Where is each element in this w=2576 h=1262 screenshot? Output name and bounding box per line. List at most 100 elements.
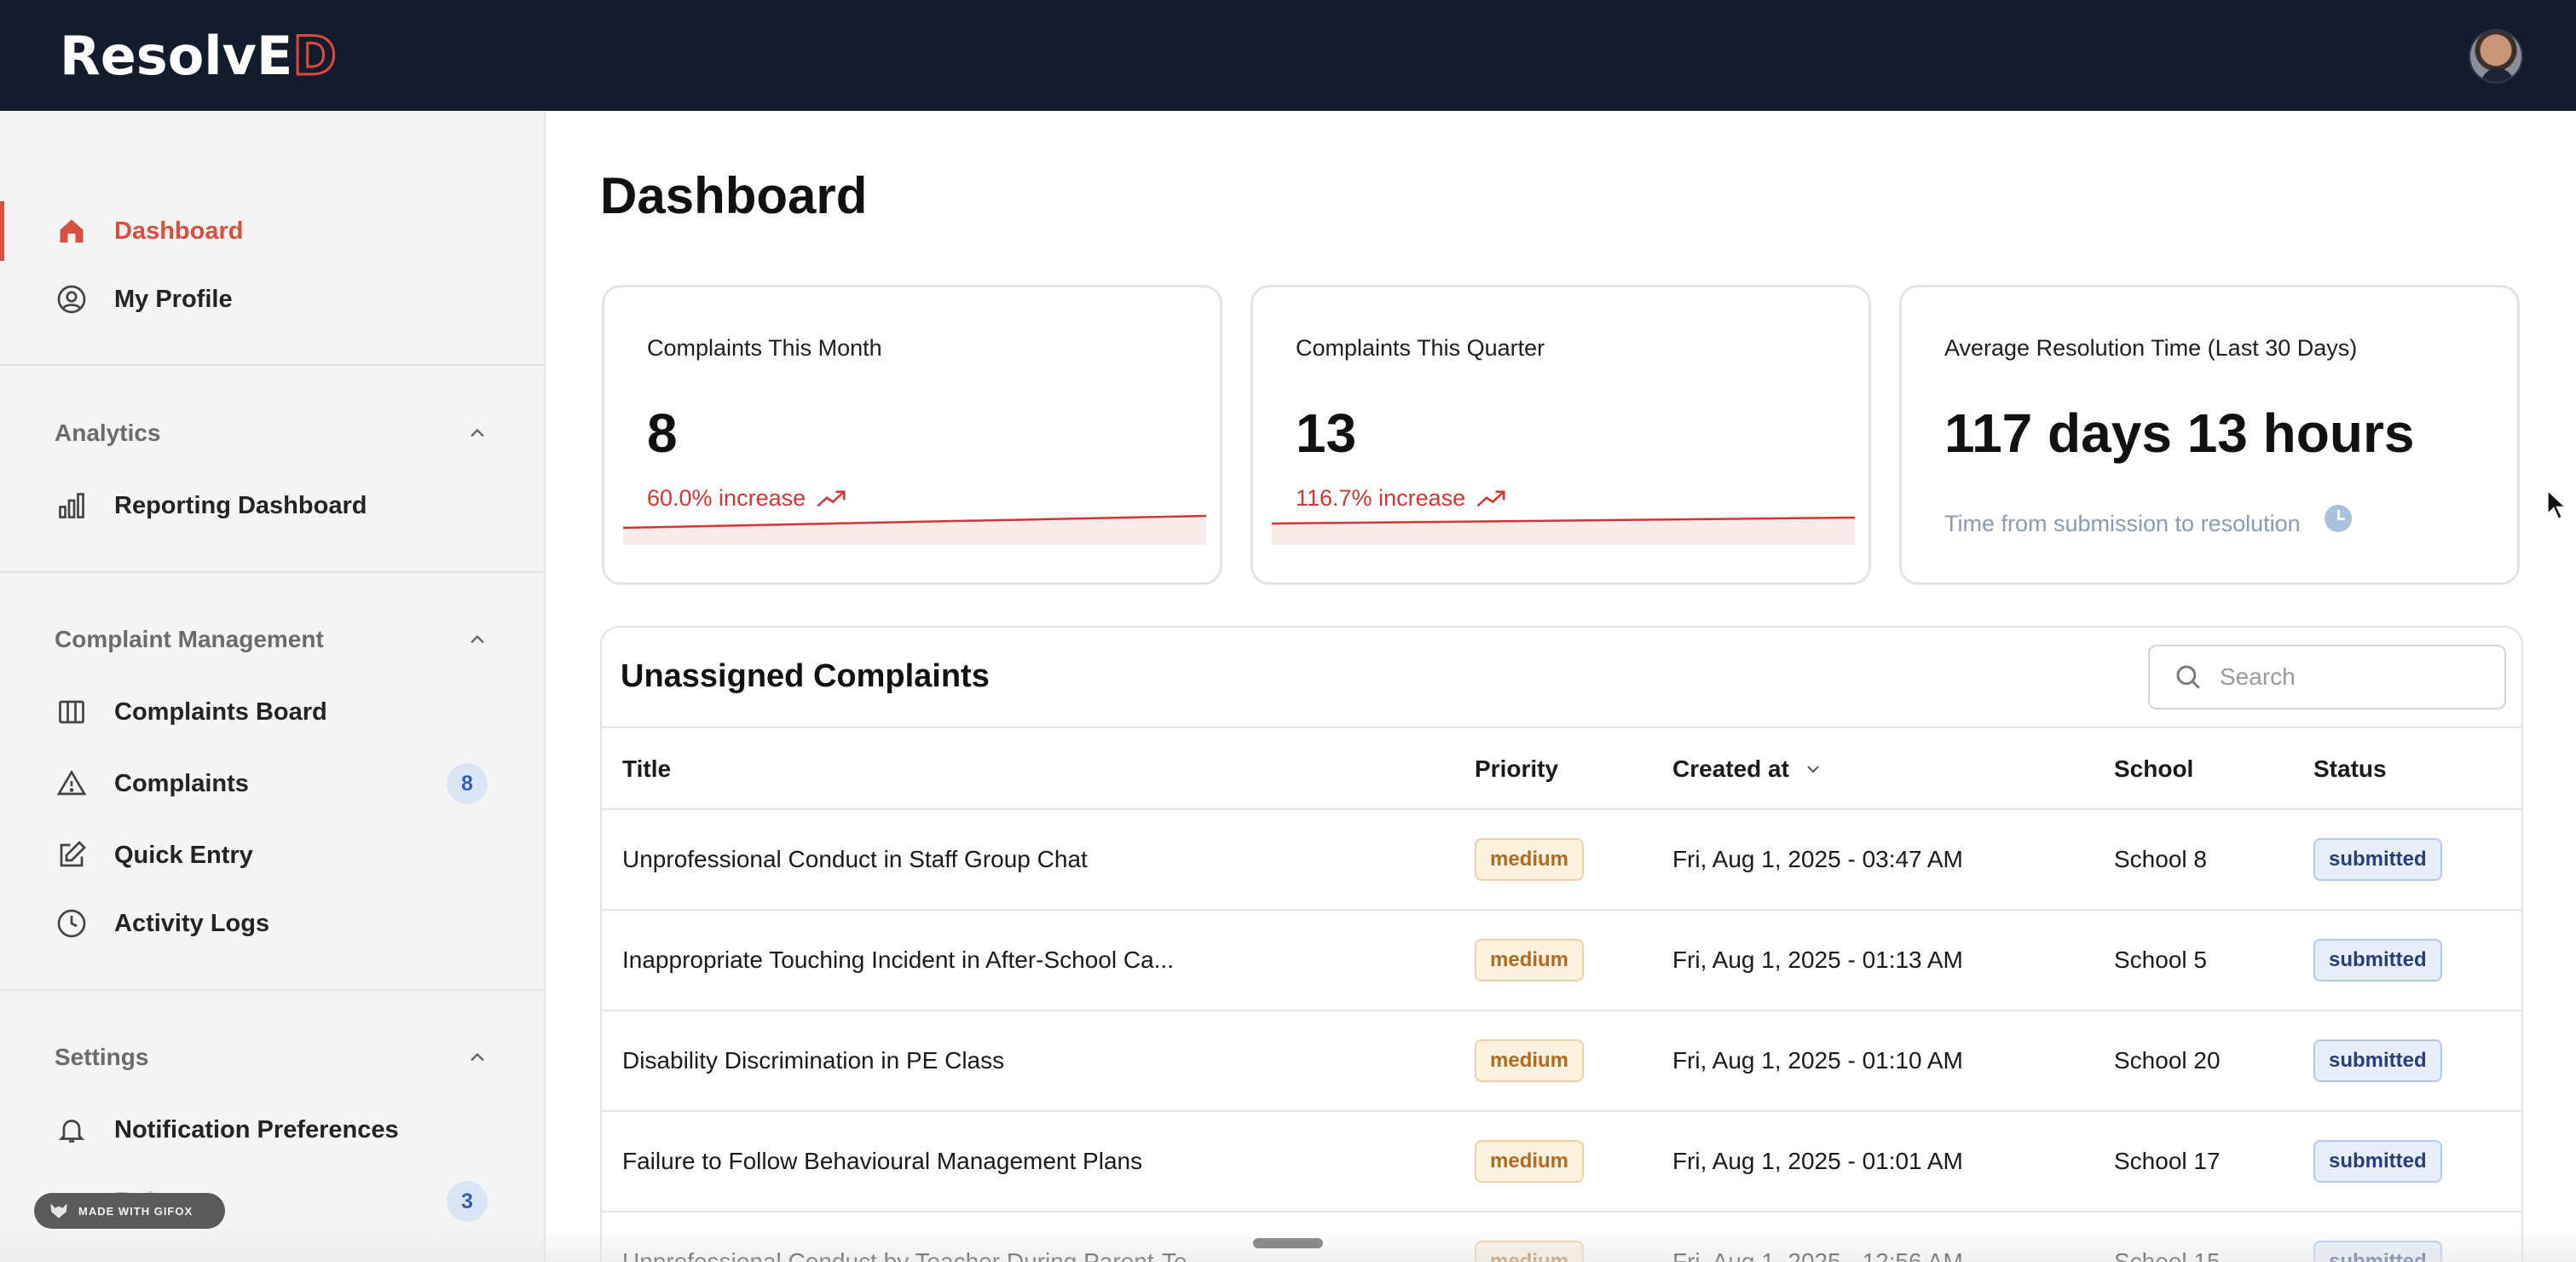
cell-school: School 5 — [2114, 946, 2207, 973]
cell-status: submitted — [2313, 1011, 2442, 1110]
sidebar-divider — [0, 989, 544, 991]
sidebar-item-my-profile[interactable]: My Profile — [0, 272, 544, 327]
logo-text-d: D — [292, 24, 338, 89]
cell-status: submitted — [2313, 911, 2442, 1010]
priority-badge: medium — [1475, 939, 1585, 981]
column-header-title[interactable]: Title — [622, 728, 671, 810]
resolved-logo[interactable]: Resolv E D — [60, 24, 338, 89]
stat-card-quarter: Complaints This Quarter 13 116.7% increa… — [1250, 285, 1871, 585]
status-badge: submitted — [2313, 1140, 2442, 1183]
cell-created-at: Fri, Aug 1, 2025 - 01:10 AM — [1672, 1047, 1963, 1074]
stat-card-resolution-time: Average Resolution Time (Last 30 Days) 1… — [1899, 285, 2520, 585]
cell-school: School 20 — [2114, 1047, 2221, 1074]
user-avatar[interactable] — [2469, 29, 2523, 84]
table-header: Title Priority Created at School Status — [602, 727, 2521, 810]
search-icon — [2176, 665, 2200, 689]
section-header-analytics[interactable]: Analytics — [55, 414, 489, 452]
bar-chart-icon — [55, 489, 89, 523]
priority-badge: medium — [1475, 1039, 1585, 1082]
top-bar: Resolv E D — [0, 0, 2576, 111]
sidebar-item-notification-preferences[interactable]: Notification Preferences — [0, 1103, 544, 1157]
status-badge: submitted — [2313, 1039, 2442, 1082]
table-title: Unassigned Complaints — [621, 658, 990, 694]
sparkline-chart — [1272, 516, 1855, 545]
table-row[interactable]: Unprofessional Conduct by Teacher During… — [602, 1213, 2521, 1262]
sidebar-divider — [0, 364, 544, 366]
page-title: Dashboard — [600, 167, 868, 224]
priority-badge: medium — [1475, 838, 1585, 881]
logo-text-e: E — [256, 25, 293, 87]
stat-label: Average Resolution Time (Last 30 Days) — [1944, 335, 2358, 361]
stat-trend: 116.7% increase — [1296, 485, 1508, 512]
section-header-settings[interactable]: Settings — [55, 1039, 489, 1076]
sidebar-item-reporting-dashboard[interactable]: Reporting Dashboard — [0, 478, 544, 533]
status-badge: submitted — [2313, 939, 2442, 981]
cell-priority: medium — [1475, 810, 1585, 909]
table-row[interactable]: Unprofessional Conduct in Staff Group Ch… — [602, 810, 2521, 911]
column-header-priority[interactable]: Priority — [1475, 728, 1558, 810]
section-header-complaint-management[interactable]: Complaint Management — [55, 621, 489, 658]
cell-title: Failure to Follow Behavioural Management… — [622, 1148, 1143, 1174]
chevron-up-icon — [471, 634, 484, 644]
cell-priority: medium — [1475, 1011, 1585, 1110]
cell-created-at: Fri, Aug 1, 2025 - 01:01 AM — [1672, 1148, 1963, 1174]
table-row[interactable]: Inappropriate Touching Incident in After… — [602, 911, 2521, 1011]
gifox-fox-icon — [50, 1203, 67, 1219]
column-header-school[interactable]: School — [2114, 728, 2193, 810]
sidebar: Dashboard My Profile Analytics Reporting… — [0, 111, 546, 1262]
sidebar-item-label: Dashboard — [114, 217, 244, 245]
chevron-up-icon — [471, 428, 484, 437]
stat-subtitle: Time from submission to resolution — [1944, 504, 2352, 537]
sidebar-divider — [0, 571, 544, 573]
sidebar-item-dashboard[interactable]: Dashboard — [0, 204, 544, 258]
user-circle-icon — [55, 282, 89, 316]
sidebar-item-label: Complaints — [114, 769, 249, 797]
cell-title: Inappropriate Touching Incident in After… — [622, 946, 1174, 973]
mouse-cursor-icon — [2546, 488, 2568, 521]
sidebar-item-label: Complaints Board — [114, 698, 327, 726]
cell-school: School 17 — [2114, 1148, 2221, 1174]
sidebar-item-complaints[interactable]: Complaints 8 — [0, 756, 544, 811]
sidebar-item-quick-entry[interactable]: Quick Entry — [0, 828, 544, 883]
cell-priority: medium — [1475, 911, 1585, 1010]
column-header-created-at[interactable]: Created at — [1672, 728, 1823, 810]
stat-label: Complaints This Quarter — [1296, 335, 1545, 361]
trend-up-icon — [1476, 489, 1505, 507]
column-header-status[interactable]: Status — [2313, 728, 2387, 810]
trend-text: 60.0% increase — [647, 485, 806, 511]
cell-priority: medium — [1475, 1213, 1585, 1262]
sidebar-item-label: Activity Logs — [114, 909, 270, 937]
cell-status: submitted — [2313, 810, 2442, 909]
edit-icon — [55, 838, 89, 872]
sidebar-item-label: Reporting Dashboard — [114, 491, 367, 519]
chevron-down-icon — [1807, 766, 1819, 773]
stat-value: 117 days 13 hours — [1944, 402, 2415, 464]
cell-created-at: Fri, Aug 1, 2025 - 03:47 AM — [1672, 846, 1963, 872]
sidebar-item-complaints-board[interactable]: Complaints Board — [0, 685, 544, 739]
status-badge: submitted — [2313, 838, 2442, 881]
cell-status: submitted — [2313, 1213, 2442, 1262]
scroll-handle[interactable] — [1253, 1238, 1323, 1248]
bell-icon — [55, 1113, 89, 1147]
cell-created-at: Fri, Aug 1, 2025 - 12:56 AM — [1672, 1248, 1963, 1262]
sidebar-item-activity-logs[interactable]: Activity Logs — [0, 896, 544, 951]
search-box[interactable] — [2148, 645, 2506, 709]
column-header-label: Created at — [1672, 755, 1789, 782]
cell-school: School 8 — [2114, 846, 2207, 872]
unassigned-complaints-table: Unassigned Complaints Title Priority Cre… — [600, 626, 2523, 1262]
cell-title: Unprofessional Conduct by Teacher During… — [622, 1248, 1207, 1262]
trend-up-icon — [817, 489, 846, 507]
sidebar-item-label: Notification Preferences — [114, 1115, 399, 1143]
stat-trend: 60.0% increase — [647, 485, 848, 512]
chevron-up-icon — [471, 1052, 484, 1062]
table-row[interactable]: Disability Discrimination in PE Class me… — [602, 1011, 2521, 1112]
stat-subtitle-text: Time from submission to resolution — [1944, 511, 2301, 536]
search-input[interactable] — [2220, 663, 2492, 691]
stat-label: Complaints This Month — [647, 335, 882, 361]
gifox-label: MADE WITH GIFOX — [78, 1204, 193, 1218]
clock-icon[interactable] — [2324, 504, 2352, 532]
priority-badge: medium — [1475, 1140, 1585, 1183]
table-row[interactable]: Failure to Follow Behavioural Management… — [602, 1112, 2521, 1213]
cell-school: School 15 — [2114, 1248, 2221, 1262]
logo-text-main: Resolv — [60, 25, 257, 87]
